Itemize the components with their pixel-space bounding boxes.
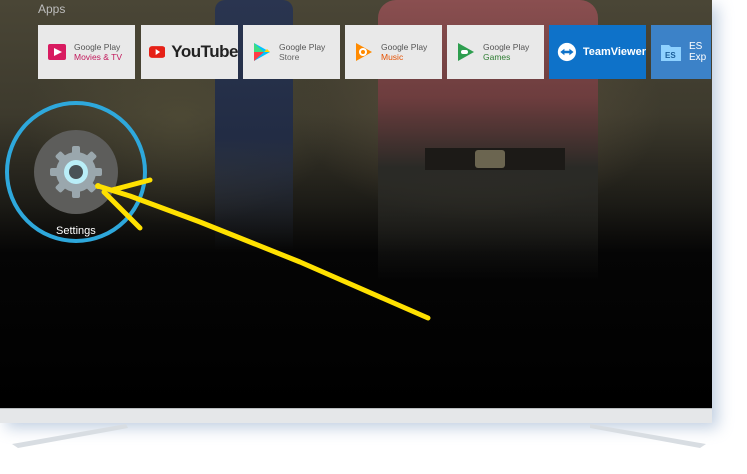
- yellow-arrow-annotation: [95, 177, 431, 321]
